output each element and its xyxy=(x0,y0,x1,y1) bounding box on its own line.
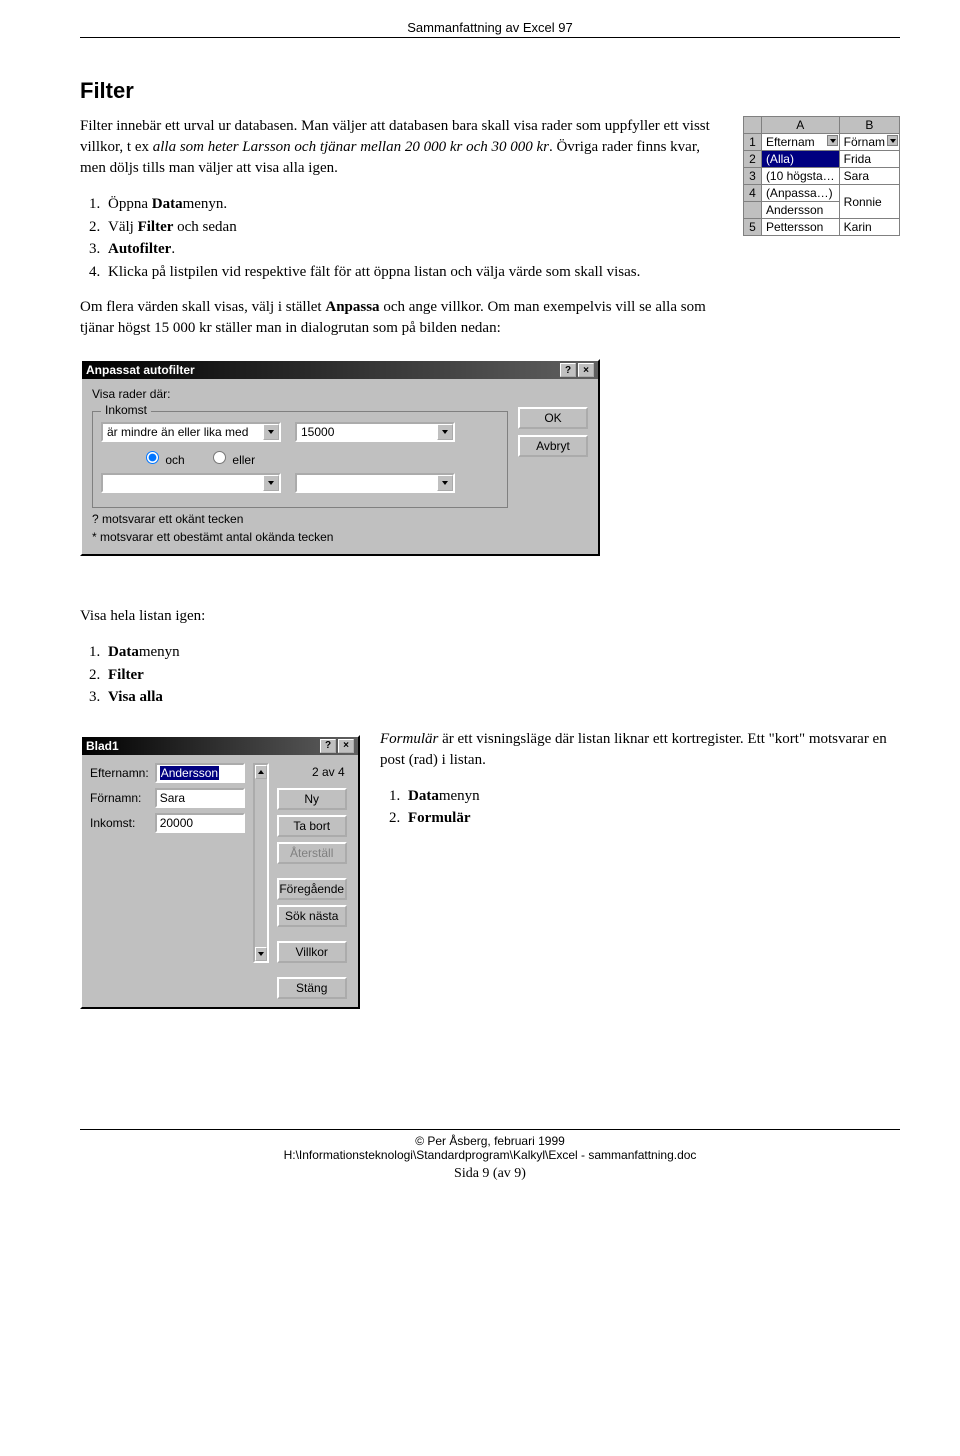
cell-frida: Frida xyxy=(839,151,899,168)
chevron-down-icon[interactable] xyxy=(263,475,279,491)
col-head-b: B xyxy=(839,117,899,134)
value-combo-1[interactable] xyxy=(295,422,455,442)
value-field-2[interactable] xyxy=(297,475,437,491)
and-or-radios: och eller xyxy=(141,448,499,467)
restore-step-2: Filter xyxy=(104,664,900,687)
dropdown-arrow-icon[interactable] xyxy=(887,135,898,146)
group-legend: Inkomst xyxy=(101,403,151,417)
close-form-button[interactable]: Stäng xyxy=(277,977,347,999)
form-desc-text: är ett visningsläge där listan liknar et… xyxy=(380,731,887,768)
scroll-down-icon[interactable] xyxy=(255,947,267,961)
page-footer: © Per Åsberg, februari 1999 H:\Informati… xyxy=(80,1129,900,1182)
cell-ronnie: Ronnie xyxy=(839,185,899,219)
new-button[interactable]: Ny xyxy=(277,788,347,810)
col-head-a: A xyxy=(761,117,839,134)
chevron-down-icon[interactable] xyxy=(437,424,453,440)
document-header: Sammanfattning av Excel 97 xyxy=(80,20,900,38)
delete-button[interactable]: Ta bort xyxy=(277,815,347,837)
scroll-up-icon[interactable] xyxy=(255,765,267,779)
close-button[interactable]: × xyxy=(338,739,354,753)
corner-cell xyxy=(743,117,761,134)
restore-list: Datamenyn Filter Visa alla xyxy=(80,641,900,709)
header-efternamn[interactable]: Efternam xyxy=(761,134,839,151)
cancel-button[interactable]: Avbryt xyxy=(518,435,588,457)
restore-button[interactable]: Återställ xyxy=(277,842,347,864)
value-field-1[interactable] xyxy=(297,424,437,440)
form-step-1: Datamenyn xyxy=(404,785,900,808)
help-button[interactable]: ? xyxy=(320,739,336,753)
footer-copyright: © Per Åsberg, februari 1999 xyxy=(80,1134,900,1148)
form-step-2: Formulär xyxy=(404,807,900,830)
chevron-down-icon[interactable] xyxy=(263,424,279,440)
form-dialog: Blad1 ? × Efternamn: Andersson Förnamn: … xyxy=(80,735,360,1009)
dropdown-item-10hogsta[interactable]: (10 högsta… xyxy=(761,168,839,185)
hint-asterisk: * motsvarar ett obestämt antal okända te… xyxy=(92,530,508,544)
hint-question: ? motsvarar ett okänt tecken xyxy=(92,512,508,526)
value-combo-2[interactable] xyxy=(295,473,455,493)
row-head-1: 1 xyxy=(743,134,761,151)
label-efternamn: Efternamn: xyxy=(90,766,149,780)
ok-button[interactable]: OK xyxy=(518,407,588,429)
show-rows-label: Visa rader där: xyxy=(92,387,588,401)
footer-page: Sida 9 (av 9) xyxy=(80,1166,900,1182)
step-3: Autofilter. xyxy=(104,238,723,261)
next-button[interactable]: Sök nästa xyxy=(277,905,347,927)
close-button[interactable]: × xyxy=(578,363,594,377)
dialog-titlebar: Anpassat autofilter ? × xyxy=(82,361,598,379)
help-button[interactable]: ? xyxy=(560,363,576,377)
dialog-title: Anpassat autofilter xyxy=(86,363,558,377)
step-2: Välj Filter och sedan xyxy=(104,216,723,239)
input-efternamn[interactable]: Andersson xyxy=(155,763,245,783)
criteria-group: Inkomst och xyxy=(92,411,508,508)
dropdown-item-andersson[interactable]: Andersson xyxy=(761,202,839,219)
form-description: Formulär är ett visningsläge där listan … xyxy=(380,729,900,844)
record-scrollbar[interactable] xyxy=(253,763,269,963)
form-titlebar: Blad1 ? × xyxy=(82,737,358,755)
radio-or[interactable]: eller xyxy=(208,453,255,467)
input-inkomst[interactable] xyxy=(155,813,245,833)
label-inkomst: Inkomst: xyxy=(90,816,149,830)
dropdown-item-pettersson[interactable]: Pettersson xyxy=(761,219,839,236)
form-steps-list: Datamenyn Formulär xyxy=(380,785,900,830)
record-counter: 2 av 4 xyxy=(277,763,347,783)
dropdown-item-alla[interactable]: (Alla) xyxy=(761,151,839,168)
anpassa-paragraph: Om flera värden skall visas, välj i stäl… xyxy=(80,297,723,339)
radio-and[interactable]: och xyxy=(141,453,185,467)
step-1: Öppna Datamenyn. xyxy=(104,193,723,216)
filter-steps-list: Öppna Datamenyn. Välj Filter och sedan A… xyxy=(80,193,723,283)
operator-field-1[interactable] xyxy=(103,424,263,440)
intro-example: alla som heter Larsson och tjänar mellan… xyxy=(153,139,549,155)
restore-heading: Visa hela listan igen: xyxy=(80,606,900,627)
prev-button[interactable]: Föregående xyxy=(277,878,347,900)
cell-karin: Karin xyxy=(839,219,899,236)
restore-step-3: Visa alla xyxy=(104,686,900,709)
intro-paragraph: Filter innebär ett urval ur databasen. M… xyxy=(80,116,723,179)
step-4: Klicka på listpilen vid respektive fält … xyxy=(104,261,723,284)
label-fornamn: Förnamn: xyxy=(90,791,149,805)
spreadsheet-illustration: A B 1 Efternam Förnam 2 (Alla) xyxy=(743,116,900,236)
operator-field-2[interactable] xyxy=(103,475,263,491)
restore-step-1: Datamenyn xyxy=(104,641,900,664)
chevron-down-icon[interactable] xyxy=(437,475,453,491)
operator-combo-2[interactable] xyxy=(101,473,281,493)
cell-sara: Sara xyxy=(839,168,899,185)
criteria-button[interactable]: Villkor xyxy=(277,941,347,963)
footer-path: H:\Informationsteknologi\Standardprogram… xyxy=(80,1148,900,1162)
input-fornamn[interactable] xyxy=(155,788,245,808)
operator-combo-1[interactable] xyxy=(101,422,281,442)
dropdown-item-anpassa[interactable]: (Anpassa…) xyxy=(761,185,839,202)
form-title: Blad1 xyxy=(86,739,318,753)
section-title: Filter xyxy=(80,78,900,104)
autofilter-dialog: Anpassat autofilter ? × Visa rader där: … xyxy=(80,359,600,556)
header-fornamn[interactable]: Förnam xyxy=(839,134,899,151)
form-desc-lead: Formulär xyxy=(380,731,438,747)
form-fields: Efternamn: Andersson Förnamn: Inkomst: xyxy=(90,763,245,833)
dropdown-arrow-icon[interactable] xyxy=(827,135,838,146)
